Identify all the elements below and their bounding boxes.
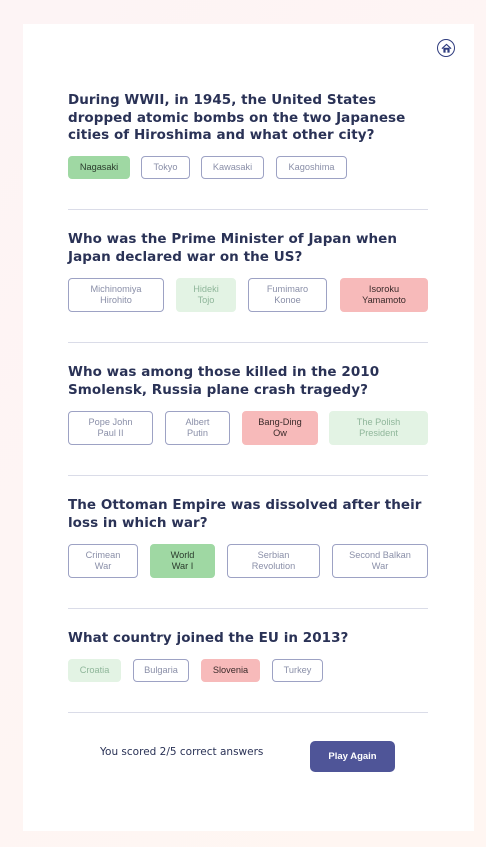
question-text: During WWII, in 1945, the United States … <box>68 92 406 143</box>
score-text: You scored 2/5 correct answers <box>100 746 264 758</box>
answer-option[interactable]: Croatia <box>68 659 121 682</box>
answer-option[interactable]: Crimean War <box>68 544 138 578</box>
question-text: Who was the Prime Minister of Japan when… <box>68 231 398 265</box>
answer-option[interactable]: Slovenia <box>201 659 260 682</box>
divider <box>68 475 428 476</box>
answer-option[interactable]: Pope John Paul II <box>68 411 153 445</box>
play-again-button[interactable]: Play Again <box>310 741 395 772</box>
question-text: Who was among those killed in the 2010 S… <box>68 364 380 398</box>
answer-group: Nagasaki Tokyo Kawasaki Kagoshima <box>68 156 438 190</box>
answer-group: Croatia Bulgaria Slovenia Turkey <box>68 659 438 693</box>
divider <box>68 608 428 609</box>
answer-option[interactable]: Kawasaki <box>201 156 264 179</box>
answer-option[interactable]: The Polish President <box>329 411 428 445</box>
answer-option[interactable]: Bang-Ding Ow <box>242 411 318 445</box>
answer-option[interactable]: Second Balkan War <box>332 544 428 578</box>
answer-option[interactable]: Kagoshima <box>276 156 347 179</box>
answer-group: Pope John Paul II Albert Putin Bang-Ding… <box>68 411 438 445</box>
answer-option[interactable]: Hideki Tojo <box>176 278 236 312</box>
answer-option[interactable]: Turkey <box>272 659 323 682</box>
home-button[interactable] <box>437 39 455 57</box>
answer-option[interactable]: Isoroku Yamamoto <box>340 278 428 312</box>
answer-option[interactable]: Fumimaro Konoe <box>248 278 327 312</box>
home-icon <box>441 43 451 53</box>
answer-option[interactable]: Tokyo <box>141 156 190 179</box>
answer-option[interactable]: World War I <box>150 544 215 578</box>
answer-option[interactable]: Albert Putin <box>165 411 230 445</box>
answer-option[interactable]: Bulgaria <box>133 659 189 682</box>
answer-option[interactable]: Serbian Revolution <box>227 544 320 578</box>
answer-group: Michinomiya Hirohito Hideki Tojo Fumimar… <box>68 278 438 312</box>
answer-option[interactable]: Nagasaki <box>68 156 130 179</box>
divider <box>68 209 428 210</box>
answer-group: Crimean War World War I Serbian Revoluti… <box>68 544 438 578</box>
question-text: What country joined the EU in 2013? <box>68 630 349 646</box>
divider <box>68 712 428 713</box>
divider <box>68 342 428 343</box>
question-text: The Ottoman Empire was dissolved after t… <box>68 497 422 531</box>
answer-option[interactable]: Michinomiya Hirohito <box>68 278 164 312</box>
